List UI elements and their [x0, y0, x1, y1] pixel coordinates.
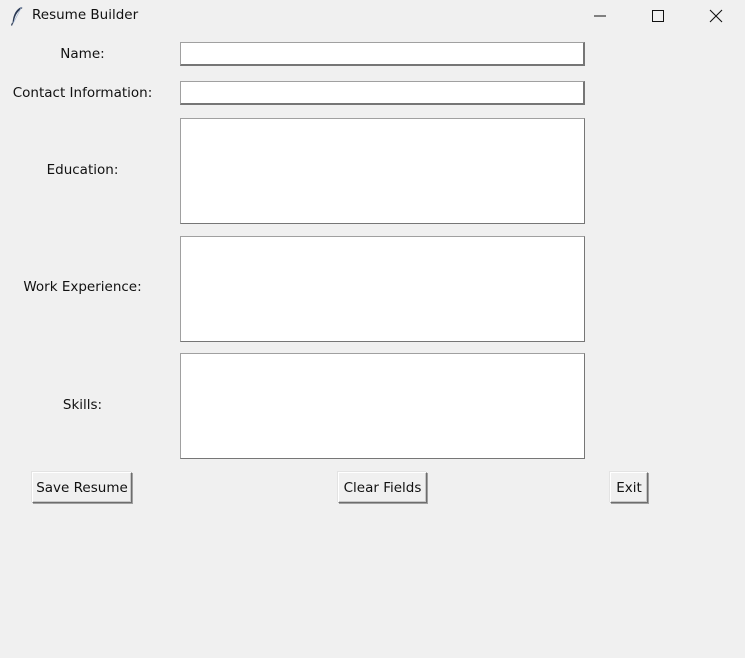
minimize-button[interactable] [571, 0, 629, 32]
feather-icon [10, 6, 23, 26]
save-resume-button[interactable]: Save Resume [32, 472, 132, 503]
work-experience-label: Work Experience: [23, 279, 142, 295]
maximize-button[interactable] [629, 0, 687, 32]
close-button[interactable] [687, 0, 745, 32]
window-title: Resume Builder [32, 7, 139, 23]
work-experience-textarea[interactable] [180, 236, 585, 342]
contact-information-input[interactable] [180, 81, 585, 105]
education-textarea[interactable] [180, 118, 585, 224]
title-bar[interactable]: Resume Builder [0, 0, 745, 32]
minimize-icon [594, 15, 606, 17]
clear-fields-button[interactable]: Clear Fields [338, 472, 427, 503]
close-icon [709, 9, 723, 23]
maximize-icon [652, 10, 664, 22]
contact-information-label: Contact Information: [12, 85, 153, 101]
skills-label: Skills: [62, 397, 103, 413]
exit-button[interactable]: Exit [610, 472, 648, 503]
name-input[interactable] [180, 42, 585, 66]
form-panel: Name: Contact Information: Education: Wo… [0, 32, 745, 658]
name-label: Name: [60, 46, 105, 62]
education-label: Education: [46, 162, 119, 178]
skills-textarea[interactable] [180, 353, 585, 459]
